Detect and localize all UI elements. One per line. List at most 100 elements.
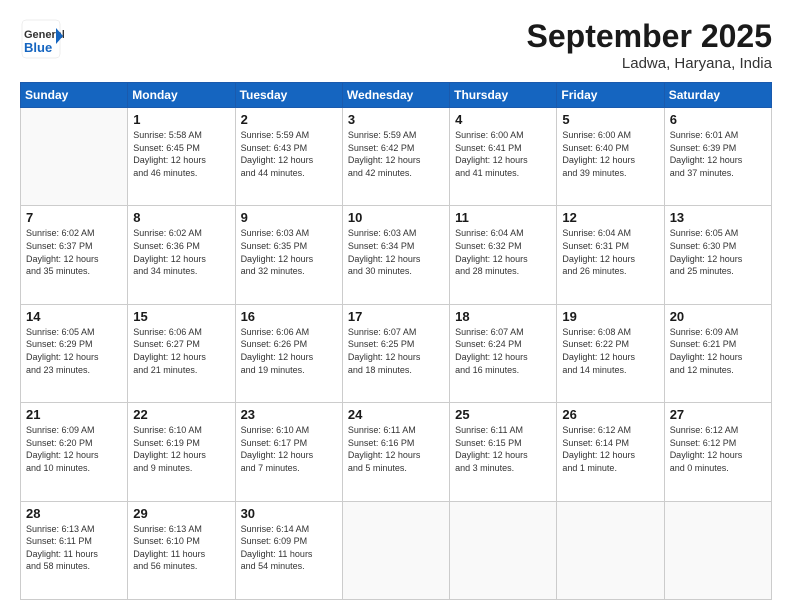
day-number: 3 bbox=[348, 112, 444, 127]
month-title: September 2025 bbox=[527, 18, 772, 55]
day-number: 1 bbox=[133, 112, 229, 127]
table-row bbox=[342, 501, 449, 599]
day-info: Sunrise: 6:08 AMSunset: 6:22 PMDaylight:… bbox=[562, 326, 658, 376]
day-number: 2 bbox=[241, 112, 337, 127]
day-info: Sunrise: 6:04 AMSunset: 6:31 PMDaylight:… bbox=[562, 227, 658, 277]
day-info: Sunrise: 6:06 AMSunset: 6:26 PMDaylight:… bbox=[241, 326, 337, 376]
day-info: Sunrise: 5:59 AMSunset: 6:42 PMDaylight:… bbox=[348, 129, 444, 179]
table-row: 22 Sunrise: 6:10 AMSunset: 6:19 PMDayligh… bbox=[128, 403, 235, 501]
table-row: 21 Sunrise: 6:09 AMSunset: 6:20 PMDayligh… bbox=[21, 403, 128, 501]
table-row: 29 Sunrise: 6:13 AMSunset: 6:10 PMDayligh… bbox=[128, 501, 235, 599]
day-info: Sunrise: 5:59 AMSunset: 6:43 PMDaylight:… bbox=[241, 129, 337, 179]
calendar-table: Sunday Monday Tuesday Wednesday Thursday… bbox=[20, 82, 772, 600]
table-row: 12 Sunrise: 6:04 AMSunset: 6:31 PMDayligh… bbox=[557, 206, 664, 304]
day-info: Sunrise: 6:10 AMSunset: 6:19 PMDaylight:… bbox=[133, 424, 229, 474]
day-number: 14 bbox=[26, 309, 122, 324]
table-row: 2 Sunrise: 5:59 AMSunset: 6:43 PMDaylight… bbox=[235, 108, 342, 206]
table-row: 23 Sunrise: 6:10 AMSunset: 6:17 PMDayligh… bbox=[235, 403, 342, 501]
day-number: 27 bbox=[670, 407, 766, 422]
col-saturday: Saturday bbox=[664, 83, 771, 108]
page: General Blue September 2025 Ladwa, Harya… bbox=[0, 0, 792, 612]
logo: General Blue bbox=[20, 18, 64, 62]
logo-graphic: General Blue bbox=[20, 18, 64, 62]
location: Ladwa, Haryana, India bbox=[527, 55, 772, 72]
svg-text:Blue: Blue bbox=[24, 40, 52, 55]
day-info: Sunrise: 6:04 AMSunset: 6:32 PMDaylight:… bbox=[455, 227, 551, 277]
day-number: 22 bbox=[133, 407, 229, 422]
table-row: 14 Sunrise: 6:05 AMSunset: 6:29 PMDayligh… bbox=[21, 304, 128, 402]
table-row bbox=[21, 108, 128, 206]
day-info: Sunrise: 6:09 AMSunset: 6:21 PMDaylight:… bbox=[670, 326, 766, 376]
table-row: 7 Sunrise: 6:02 AMSunset: 6:37 PMDaylight… bbox=[21, 206, 128, 304]
day-info: Sunrise: 6:12 AMSunset: 6:12 PMDaylight:… bbox=[670, 424, 766, 474]
table-row: 4Sunrise: 6:00 AMSunset: 6:41 PMDaylight… bbox=[450, 108, 557, 206]
table-row: 13Sunrise: 6:05 AMSunset: 6:30 PMDayligh… bbox=[664, 206, 771, 304]
day-info: Sunrise: 6:03 AMSunset: 6:34 PMDaylight:… bbox=[348, 227, 444, 277]
table-row: 15Sunrise: 6:06 AMSunset: 6:27 PMDayligh… bbox=[128, 304, 235, 402]
calendar-body: 1 Sunrise: 5:58 AMSunset: 6:45 PMDaylight… bbox=[21, 108, 772, 600]
day-info: Sunrise: 6:02 AMSunset: 6:36 PMDaylight:… bbox=[133, 227, 229, 277]
col-monday: Monday bbox=[128, 83, 235, 108]
day-number: 10 bbox=[348, 210, 444, 225]
day-number: 12 bbox=[562, 210, 658, 225]
table-row: 11 Sunrise: 6:04 AMSunset: 6:32 PMDayligh… bbox=[450, 206, 557, 304]
day-number: 21 bbox=[26, 407, 122, 422]
day-number: 28 bbox=[26, 506, 122, 521]
day-number: 29 bbox=[133, 506, 229, 521]
day-info: Sunrise: 6:07 AMSunset: 6:25 PMDaylight:… bbox=[348, 326, 444, 376]
day-info: Sunrise: 6:05 AMSunset: 6:29 PMDaylight:… bbox=[26, 326, 122, 376]
day-info: Sunrise: 6:10 AMSunset: 6:17 PMDaylight:… bbox=[241, 424, 337, 474]
day-number: 25 bbox=[455, 407, 551, 422]
table-row bbox=[557, 501, 664, 599]
day-number: 15 bbox=[133, 309, 229, 324]
col-sunday: Sunday bbox=[21, 83, 128, 108]
table-row: 25 Sunrise: 6:11 AMSunset: 6:15 PMDayligh… bbox=[450, 403, 557, 501]
day-info: Sunrise: 6:11 AMSunset: 6:16 PMDaylight:… bbox=[348, 424, 444, 474]
day-info: Sunrise: 6:09 AMSunset: 6:20 PMDaylight:… bbox=[26, 424, 122, 474]
table-row: 26 Sunrise: 6:12 AMSunset: 6:14 PMDayligh… bbox=[557, 403, 664, 501]
day-number: 17 bbox=[348, 309, 444, 324]
day-number: 19 bbox=[562, 309, 658, 324]
table-row: 18Sunrise: 6:07 AMSunset: 6:24 PMDayligh… bbox=[450, 304, 557, 402]
day-number: 8 bbox=[133, 210, 229, 225]
day-number: 24 bbox=[348, 407, 444, 422]
day-number: 5 bbox=[562, 112, 658, 127]
day-info: Sunrise: 6:11 AMSunset: 6:15 PMDaylight:… bbox=[455, 424, 551, 474]
weekday-row: Sunday Monday Tuesday Wednesday Thursday… bbox=[21, 83, 772, 108]
day-info: Sunrise: 6:02 AMSunset: 6:37 PMDaylight:… bbox=[26, 227, 122, 277]
day-info: Sunrise: 6:14 AMSunset: 6:09 PMDaylight:… bbox=[241, 523, 337, 573]
table-row: 17 Sunrise: 6:07 AMSunset: 6:25 PMDayligh… bbox=[342, 304, 449, 402]
table-row bbox=[450, 501, 557, 599]
day-number: 26 bbox=[562, 407, 658, 422]
table-row: 9Sunrise: 6:03 AMSunset: 6:35 PMDaylight… bbox=[235, 206, 342, 304]
day-number: 11 bbox=[455, 210, 551, 225]
day-info: Sunrise: 5:58 AMSunset: 6:45 PMDaylight:… bbox=[133, 129, 229, 179]
day-info: Sunrise: 6:12 AMSunset: 6:14 PMDaylight:… bbox=[562, 424, 658, 474]
table-row: 20Sunrise: 6:09 AMSunset: 6:21 PMDayligh… bbox=[664, 304, 771, 402]
day-info: Sunrise: 6:00 AMSunset: 6:40 PMDaylight:… bbox=[562, 129, 658, 179]
day-number: 7 bbox=[26, 210, 122, 225]
table-row: 19 Sunrise: 6:08 AMSunset: 6:22 PMDayligh… bbox=[557, 304, 664, 402]
col-wednesday: Wednesday bbox=[342, 83, 449, 108]
day-info: Sunrise: 6:00 AMSunset: 6:41 PMDaylight:… bbox=[455, 129, 551, 179]
table-row: 3 Sunrise: 5:59 AMSunset: 6:42 PMDaylight… bbox=[342, 108, 449, 206]
table-row: 8 Sunrise: 6:02 AMSunset: 6:36 PMDaylight… bbox=[128, 206, 235, 304]
day-info: Sunrise: 6:07 AMSunset: 6:24 PMDaylight:… bbox=[455, 326, 551, 376]
day-info: Sunrise: 6:13 AMSunset: 6:10 PMDaylight:… bbox=[133, 523, 229, 573]
title-section: September 2025 Ladwa, Haryana, India bbox=[527, 18, 772, 72]
col-thursday: Thursday bbox=[450, 83, 557, 108]
day-info: Sunrise: 6:13 AMSunset: 6:11 PMDaylight:… bbox=[26, 523, 122, 573]
day-number: 30 bbox=[241, 506, 337, 521]
day-number: 16 bbox=[241, 309, 337, 324]
table-row: 30 Sunrise: 6:14 AMSunset: 6:09 PMDayligh… bbox=[235, 501, 342, 599]
table-row: 10 Sunrise: 6:03 AMSunset: 6:34 PMDayligh… bbox=[342, 206, 449, 304]
day-number: 23 bbox=[241, 407, 337, 422]
table-row: 5 Sunrise: 6:00 AMSunset: 6:40 PMDaylight… bbox=[557, 108, 664, 206]
table-row: 24 Sunrise: 6:11 AMSunset: 6:16 PMDayligh… bbox=[342, 403, 449, 501]
day-number: 13 bbox=[670, 210, 766, 225]
day-number: 6 bbox=[670, 112, 766, 127]
table-row: 1 Sunrise: 5:58 AMSunset: 6:45 PMDaylight… bbox=[128, 108, 235, 206]
table-row bbox=[664, 501, 771, 599]
table-row: 16 Sunrise: 6:06 AMSunset: 6:26 PMDayligh… bbox=[235, 304, 342, 402]
table-row: 27 Sunrise: 6:12 AMSunset: 6:12 PMDayligh… bbox=[664, 403, 771, 501]
